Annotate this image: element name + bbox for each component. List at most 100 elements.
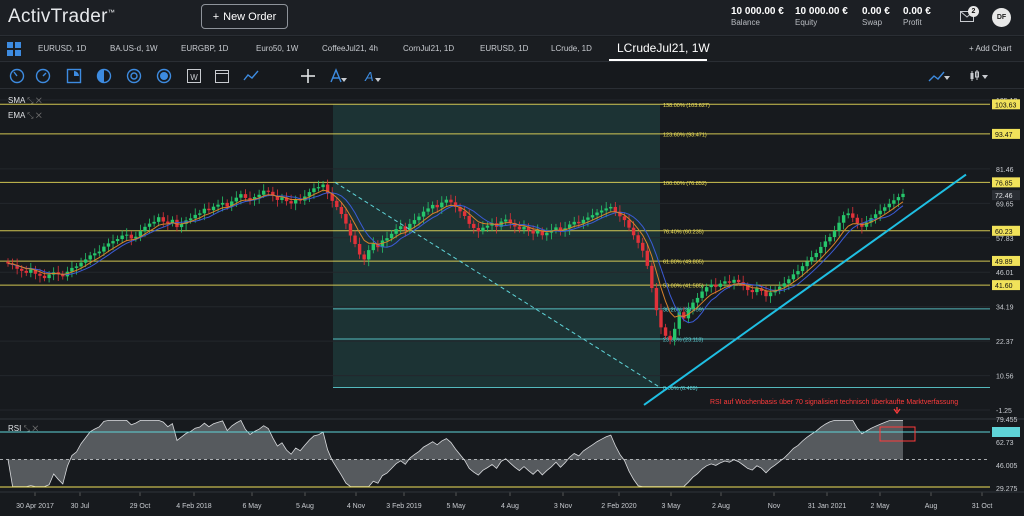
chart-style-icon[interactable]	[968, 68, 988, 84]
candle	[312, 188, 316, 193]
x-tick-label: 3 Nov	[554, 503, 573, 510]
candle	[353, 235, 357, 244]
candle	[239, 194, 243, 198]
x-tick-label: 4 Nov	[347, 503, 366, 510]
candle	[79, 262, 83, 267]
candle	[357, 243, 362, 255]
candle	[316, 187, 321, 189]
indicator-rsi[interactable]: RSI ⤡ ✕	[8, 424, 38, 434]
indicator-sma[interactable]: SMA ⤡ ✕	[8, 96, 42, 106]
candle	[266, 190, 270, 192]
ring-icon[interactable]	[156, 68, 172, 84]
candle	[193, 214, 197, 219]
x-tick-label: 4 Feb 2018	[176, 503, 212, 510]
candle	[814, 253, 818, 258]
candle	[504, 219, 508, 222]
x-tick-label: 5 May	[446, 503, 466, 510]
candle	[472, 223, 476, 228]
candle	[348, 223, 353, 236]
candle	[152, 221, 156, 224]
x-tick-label: 3 May	[661, 503, 681, 510]
fib-level-label: 123.60% (93.471)	[663, 132, 707, 138]
candle	[645, 250, 649, 266]
y-tick-label: 57.83	[996, 236, 1014, 243]
app-logo: ActivTrader™	[8, 6, 116, 27]
chevron-down-icon[interactable]	[374, 71, 390, 87]
candle	[399, 226, 403, 230]
user-avatar[interactable]: DF	[992, 8, 1011, 27]
indicators-icon[interactable]	[928, 68, 950, 84]
candle	[595, 212, 599, 216]
calendar-icon[interactable]	[214, 68, 230, 84]
chart-tab[interactable]: Euro50, 1W	[256, 44, 298, 53]
annotation-text: RSI auf Wochenbasis über 70 signalisiert…	[710, 399, 958, 406]
fib-level-label: 50.00% (41.585)	[663, 284, 704, 290]
candle	[440, 202, 444, 208]
half-circle-icon[interactable]	[96, 68, 112, 84]
chart-tab[interactable]: LCrudeJul21, 1W	[617, 41, 710, 55]
pie-icon[interactable]	[66, 68, 82, 84]
candle	[604, 208, 608, 211]
candle	[367, 250, 371, 260]
candle	[220, 202, 225, 205]
candle	[892, 200, 896, 204]
chart-tab[interactable]: BA.US-d, 1W	[110, 44, 158, 53]
crosshair-cursor-icon[interactable]	[9, 68, 25, 84]
candle	[855, 217, 860, 224]
chart-type-icon[interactable]: W	[186, 68, 202, 84]
price-tag-label: 93.47	[995, 132, 1013, 139]
drawing-toolbar: WA	[0, 63, 1024, 89]
candle	[714, 284, 718, 287]
price-tag-label: 49.89	[995, 259, 1013, 266]
candle	[389, 233, 394, 239]
target-icon[interactable]	[126, 68, 142, 84]
layout-grid-icon[interactable]	[7, 42, 21, 56]
swap-readout: 0.00 € Swap	[862, 6, 890, 27]
chart-tab[interactable]: CornJul21, 1D	[403, 44, 454, 53]
candle	[782, 283, 786, 287]
x-tick-label: 3 Feb 2019	[386, 503, 422, 510]
candle	[828, 237, 832, 242]
chart-tab[interactable]: EURUSD, 1D	[480, 44, 528, 53]
candle	[800, 266, 805, 272]
rsi-tick-label: 46.005	[996, 463, 1018, 470]
candle	[476, 227, 481, 232]
move-icon[interactable]	[300, 68, 316, 84]
candle	[700, 291, 704, 298]
x-tick-label: 6 May	[242, 503, 262, 510]
x-tick-label: 5 Aug	[296, 503, 314, 510]
chart-tab[interactable]: EURUSD, 1D	[38, 44, 86, 53]
new-order-button[interactable]: + New Order	[201, 4, 288, 29]
rsi-level-tag	[992, 427, 1020, 438]
trend-icon[interactable]	[243, 68, 259, 84]
candle	[572, 221, 576, 225]
candle	[878, 210, 882, 215]
clock-icon[interactable]	[35, 68, 51, 84]
candle	[435, 204, 439, 208]
chevron-down-icon[interactable]	[340, 71, 356, 87]
candle	[202, 208, 207, 214]
candle	[723, 281, 727, 284]
price-tag-label: 60.23	[995, 229, 1013, 236]
candle	[207, 208, 211, 211]
notification-badge: 2	[968, 6, 979, 17]
add-chart-button[interactable]: + Add Chart	[969, 44, 1011, 53]
chart-tab[interactable]: LCrude, 1D	[551, 44, 592, 53]
chart-tab[interactable]: EURGBP, 1D	[181, 44, 228, 53]
candle	[362, 254, 366, 260]
candle	[462, 211, 467, 217]
candle	[83, 259, 88, 263]
indicator-ema[interactable]: EMA ⤡ ✕	[8, 111, 42, 121]
fib-level-label: 100.00% (76.852)	[663, 181, 707, 187]
price-tag-label: 72.46	[995, 193, 1013, 200]
candle	[166, 221, 170, 224]
price-chart[interactable]: 0.00% (6.489)23.60% (23.118)38.20% (33.4…	[0, 90, 1024, 516]
candle	[796, 271, 800, 275]
candle	[421, 211, 426, 217]
chart-tab[interactable]: CoffeeJul21, 4h	[322, 44, 378, 53]
candle	[106, 243, 111, 247]
candle	[257, 194, 261, 198]
candle	[896, 197, 901, 201]
price-tag-label: 76.85	[995, 180, 1013, 187]
x-tick-label: 31 Jan 2021	[808, 503, 847, 510]
